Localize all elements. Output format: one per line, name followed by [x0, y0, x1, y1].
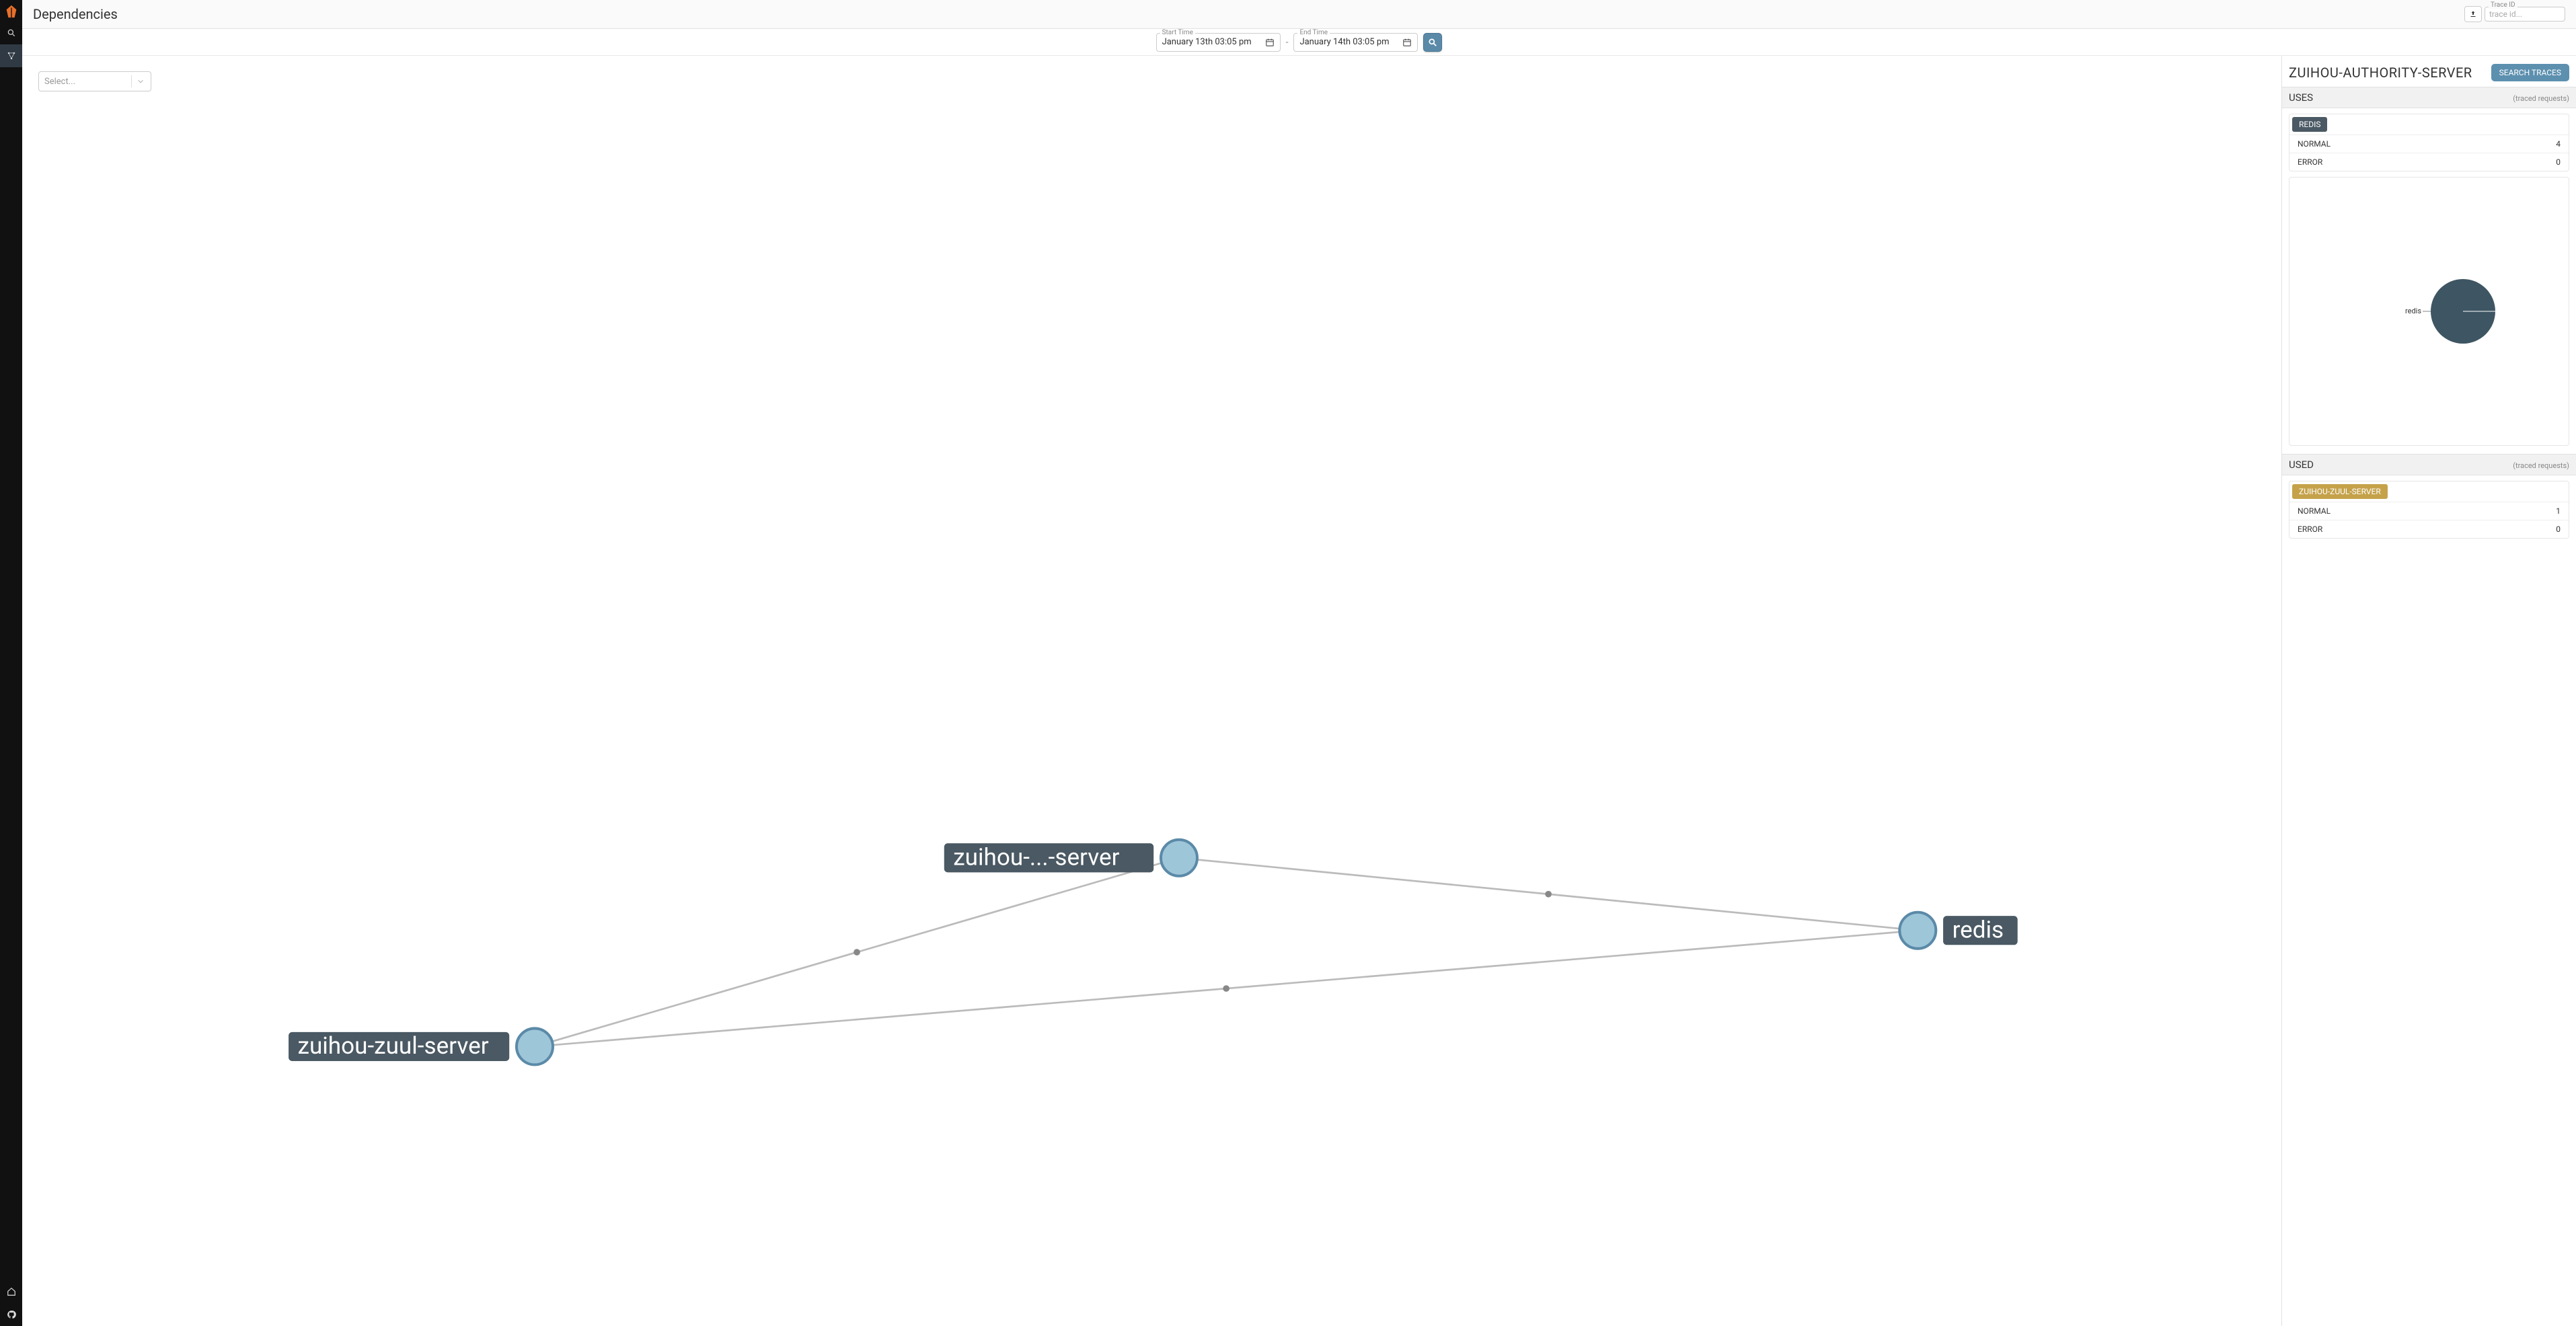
uses-heading: USES: [2289, 91, 2513, 104]
trace-id-input[interactable]: [2485, 7, 2565, 22]
graph-node-label: zuihou-zuul-server: [298, 1031, 489, 1060]
dependency-block: REDIS NORMAL4ERROR0: [2289, 114, 2569, 171]
dependency-block: ZUIHOU-ZUUL-SERVER NORMAL1ERROR0: [2289, 481, 2569, 539]
sidebar-search-icon[interactable]: [0, 22, 22, 44]
dependency-row: NORMAL4: [2289, 134, 2569, 153]
start-time-label: Start Time: [1160, 29, 1195, 36]
run-query-button[interactable]: [1423, 33, 1442, 52]
sidebar-home-icon[interactable]: [0, 1280, 22, 1303]
detail-title: ZUIHOU-AUTHORITY-SERVER: [2289, 65, 2491, 81]
trace-id-label: Trace ID: [2489, 1, 2517, 9]
dependency-row: ERROR0: [2289, 153, 2569, 171]
calendar-icon: [1265, 38, 1275, 47]
sidebar: [0, 0, 22, 1326]
page-title: Dependencies: [33, 6, 118, 22]
start-time-value: January 13th 03:05 pm: [1162, 37, 1265, 47]
pie-slice-label: redis: [2404, 307, 2421, 315]
graph-node-label: zuihou-...-server: [953, 843, 1119, 871]
sidebar-dependencies-icon[interactable]: [0, 44, 22, 67]
upload-button[interactable]: [2464, 6, 2482, 22]
calendar-icon: [1402, 38, 1412, 47]
dependency-row: ERROR0: [2289, 520, 2569, 538]
used-note: (traced requests): [2513, 461, 2569, 470]
topbar: Dependencies Trace ID: [22, 0, 2576, 29]
zipkin-logo[interactable]: [4, 4, 19, 22]
uses-pie-chart: redis: [2289, 177, 2569, 446]
uses-note: (traced requests): [2513, 94, 2569, 103]
time-separator: -: [1286, 37, 1289, 48]
graph-node[interactable]: [1899, 912, 1936, 949]
filterbar: Start Time January 13th 03:05 pm - End T…: [22, 29, 2576, 56]
sidebar-github-icon[interactable]: [0, 1303, 22, 1326]
used-heading: USED: [2289, 459, 2513, 471]
graph-node-label: redis: [1953, 916, 2004, 944]
graph-node[interactable]: [1161, 840, 1197, 876]
dependency-graph[interactable]: Select... zuihou-zuul-serverzuihou-...-s…: [22, 56, 2281, 1326]
dependency-tag[interactable]: ZUIHOU-ZUUL-SERVER: [2292, 484, 2388, 499]
graph-node[interactable]: [517, 1028, 553, 1064]
end-time-label: End Time: [1297, 29, 1330, 36]
search-traces-button[interactable]: SEARCH TRACES: [2491, 64, 2569, 81]
detail-panel: ZUIHOU-AUTHORITY-SERVER SEARCH TRACES US…: [2281, 56, 2576, 1326]
dependency-tag[interactable]: REDIS: [2292, 117, 2327, 132]
dependency-row: NORMAL1: [2289, 502, 2569, 520]
end-time-value: January 14th 03:05 pm: [1299, 37, 1402, 47]
